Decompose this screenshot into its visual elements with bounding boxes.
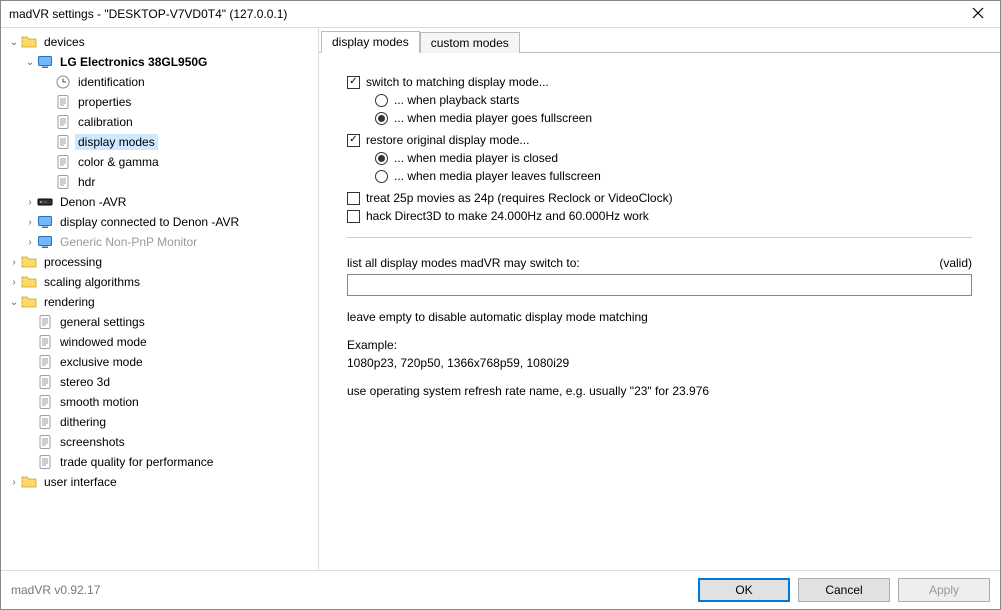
version-label: madVR v0.92.17 (11, 583, 690, 597)
separator (347, 237, 972, 238)
monitor-icon (37, 214, 53, 230)
sheet-icon (37, 454, 53, 470)
expander-icon[interactable]: ⌄ (7, 297, 21, 308)
folder-icon (21, 474, 37, 490)
tree-view[interactable]: ⌄ devices ⌄ LG Electronics 38GL950G · id… (1, 28, 319, 570)
expander-icon[interactable]: › (7, 257, 21, 268)
footer: madVR v0.92.17 OK Cancel Apply (1, 570, 1000, 609)
tree-r-screenshots[interactable]: · screenshots (5, 432, 318, 452)
monitor-icon (37, 54, 53, 70)
tree-r-trade[interactable]: · trade quality for performance (5, 452, 318, 472)
tree-scaling[interactable]: › scaling algorithms (5, 272, 318, 292)
checkbox-icon (347, 210, 360, 223)
tree-r-stereo[interactable]: · stereo 3d (5, 372, 318, 392)
tree-rendering[interactable]: ⌄ rendering (5, 292, 318, 312)
radio-icon (375, 170, 388, 183)
avr-icon (37, 194, 53, 210)
tree-lg-color-gamma[interactable]: · color & gamma (5, 152, 318, 172)
sheet-icon (55, 134, 71, 150)
tree-display-connected[interactable]: › display connected to Denon -AVR (5, 212, 318, 232)
close-button[interactable] (955, 1, 1000, 27)
refresh-hint: use operating system refresh rate name, … (347, 384, 972, 398)
expander-icon[interactable]: › (23, 197, 37, 208)
expander-icon[interactable]: ⌄ (23, 57, 37, 68)
expander-icon[interactable]: › (23, 237, 37, 248)
chk-restore-mode[interactable]: ✓ restore original display mode... (347, 133, 972, 147)
tree-r-dithering[interactable]: · dithering (5, 412, 318, 432)
tree-r-smooth[interactable]: · smooth motion (5, 392, 318, 412)
tree-device-lg[interactable]: ⌄ LG Electronics 38GL950G (5, 52, 318, 72)
tree-r-general[interactable]: · general settings (5, 312, 318, 332)
rad-restore-leaves[interactable]: ... when media player leaves fullscreen (375, 169, 972, 183)
tree-device-denon[interactable]: › Denon -AVR (5, 192, 318, 212)
tree-lg-identification[interactable]: · identification (5, 72, 318, 92)
titlebar: madVR settings - "DESKTOP-V7VD0T4" (127.… (1, 1, 1000, 28)
body: ⌄ devices ⌄ LG Electronics 38GL950G · id… (1, 28, 1000, 570)
radio-icon (375, 112, 388, 125)
content-area: display modes custom modes ✓ switch to m… (319, 28, 1000, 570)
sheet-icon (55, 114, 71, 130)
sheet-icon (37, 314, 53, 330)
cancel-button[interactable]: Cancel (798, 578, 890, 602)
tree-r-windowed[interactable]: · windowed mode (5, 332, 318, 352)
folder-icon (21, 294, 37, 310)
settings-window: madVR settings - "DESKTOP-V7VD0T4" (127.… (0, 0, 1001, 610)
tree-lg-display-modes[interactable]: · display modes (5, 132, 318, 152)
modes-input[interactable] (347, 274, 972, 296)
tree-user-interface[interactable]: › user interface (5, 472, 318, 492)
folder-icon (21, 34, 37, 50)
rad-switch-fullscreen[interactable]: ... when media player goes fullscreen (375, 111, 972, 125)
tab-bar: display modes custom modes (319, 28, 1000, 53)
leave-empty-note: leave empty to disable automatic display… (347, 310, 972, 324)
checkbox-icon: ✓ (347, 134, 360, 147)
modes-list-label: list all display modes madVR may switch … (347, 256, 580, 270)
tree-generic-monitor[interactable]: › Generic Non-PnP Monitor (5, 232, 318, 252)
tree-devices[interactable]: ⌄ devices (5, 32, 318, 52)
folder-icon (21, 274, 37, 290)
rad-switch-playback[interactable]: ... when playback starts (375, 93, 972, 107)
close-icon (972, 6, 984, 22)
example-value: 1080p23, 720p50, 1366x768p59, 1080i29 (347, 356, 972, 370)
sheet-icon (37, 394, 53, 410)
sheet-icon (55, 94, 71, 110)
example-title: Example: (347, 338, 972, 352)
modes-list-label-row: list all display modes madVR may switch … (347, 256, 972, 270)
chk-treat-25p[interactable]: treat 25p movies as 24p (requires Recloc… (347, 191, 972, 205)
radio-icon (375, 152, 388, 165)
expander-icon[interactable]: ⌄ (7, 37, 21, 48)
sheet-icon (37, 354, 53, 370)
checkbox-icon: ✓ (347, 76, 360, 89)
sheet-icon (37, 334, 53, 350)
expander-icon[interactable]: › (7, 277, 21, 288)
chk-hack-d3d[interactable]: hack Direct3D to make 24.000Hz and 60.00… (347, 209, 972, 223)
sheet-icon (55, 174, 71, 190)
sheet-icon (55, 154, 71, 170)
tree-lg-hdr[interactable]: · hdr (5, 172, 318, 192)
tree-processing[interactable]: › processing (5, 252, 318, 272)
modes-valid-label: (valid) (939, 256, 972, 270)
expander-icon[interactable]: › (7, 477, 21, 488)
tab-display-modes[interactable]: display modes (321, 31, 420, 53)
tree-lg-properties[interactable]: · properties (5, 92, 318, 112)
tab-custom-modes[interactable]: custom modes (420, 32, 520, 53)
checkbox-icon (347, 192, 360, 205)
ok-button[interactable]: OK (698, 578, 790, 602)
apply-button: Apply (898, 578, 990, 602)
sheet-icon (37, 434, 53, 450)
rad-restore-closed[interactable]: ... when media player is closed (375, 151, 972, 165)
expander-icon[interactable]: › (23, 217, 37, 228)
monitor-icon (37, 234, 53, 250)
sheet-icon (37, 414, 53, 430)
window-title: madVR settings - "DESKTOP-V7VD0T4" (127.… (9, 7, 955, 21)
folder-icon (21, 254, 37, 270)
sheet-icon (37, 374, 53, 390)
chk-switch-mode[interactable]: ✓ switch to matching display mode... (347, 75, 972, 89)
tree-lg-calibration[interactable]: · calibration (5, 112, 318, 132)
clock-icon (55, 74, 71, 90)
radio-icon (375, 94, 388, 107)
tree-r-exclusive[interactable]: · exclusive mode (5, 352, 318, 372)
tab-pane-display-modes: ✓ switch to matching display mode... ...… (319, 53, 1000, 570)
